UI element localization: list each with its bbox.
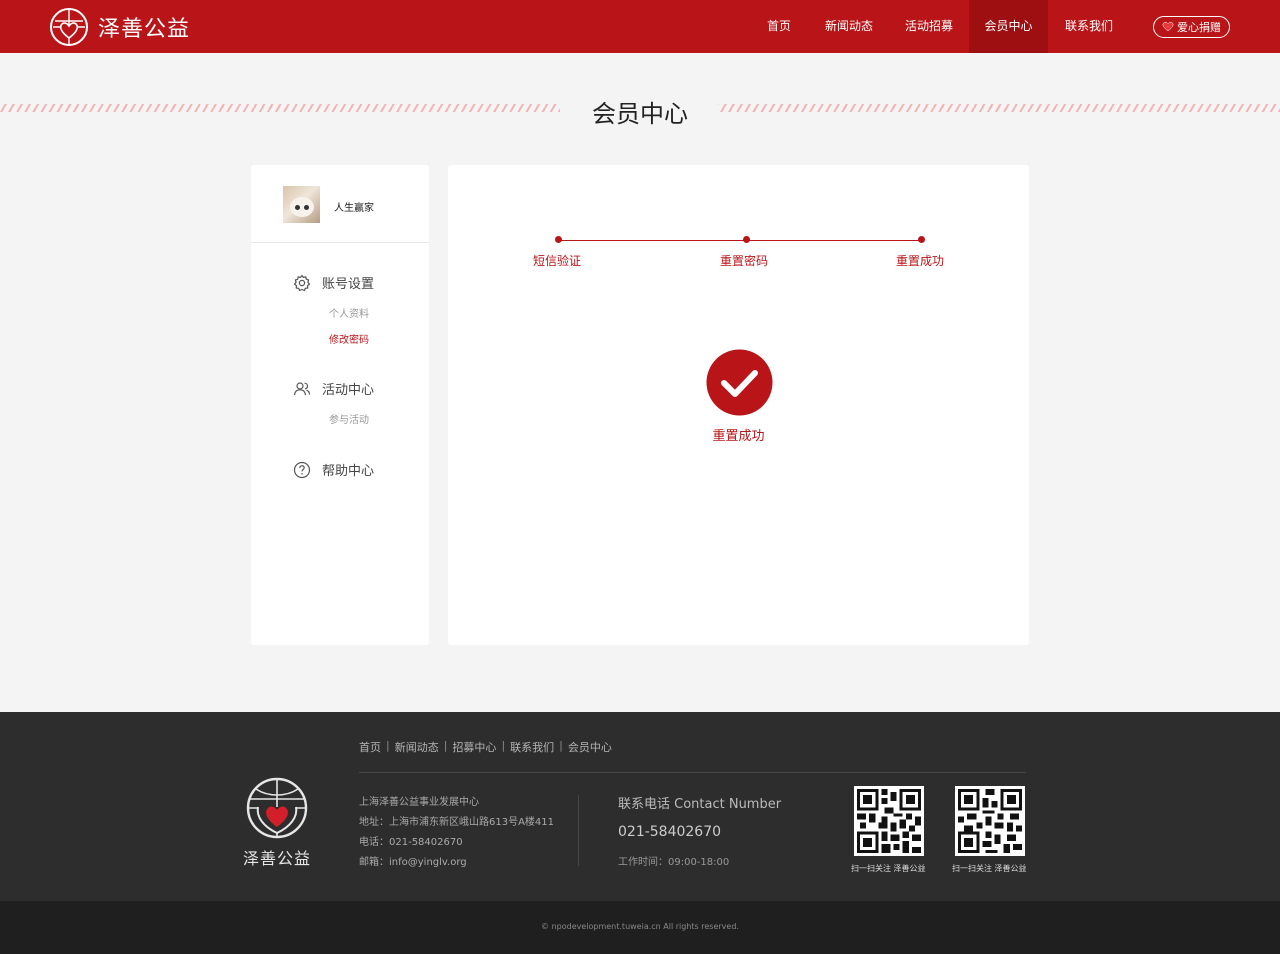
donate-label: 爱心捐赠	[1177, 21, 1221, 34]
qr-code-icon	[857, 789, 921, 853]
qr-code-1	[854, 786, 924, 856]
footer-email[interactable]: 邮箱：info@yinglv.org	[359, 853, 554, 873]
footer-link-contact[interactable]: 联系我们	[510, 739, 554, 755]
user-profile: 人生赢家	[251, 165, 429, 243]
footer-org-name: 上海泽善公益事业发展中心	[359, 797, 479, 808]
people-icon	[293, 381, 311, 395]
footer-link-member-center[interactable]: 会员中心	[568, 739, 612, 755]
qr-label-2: 扫一扫关注 泽善公益	[952, 864, 1027, 873]
qr-code-icon	[958, 789, 1022, 853]
logo-text: 泽善公益	[98, 17, 191, 42]
reset-password-panel: 短信验证 重置密码 重置成功 重置成功	[448, 165, 1029, 645]
donate-button[interactable]: 爱心捐赠	[1153, 16, 1230, 38]
menu-activity-center[interactable]: 活动中心	[293, 379, 374, 398]
nav-item-home[interactable]: 首页	[749, 0, 809, 53]
nav-item-member-center[interactable]: 会员中心	[969, 0, 1048, 53]
menu-account-settings-label: 账号设置	[322, 277, 375, 292]
work-time: 工作时间：09:00-18:00	[618, 857, 730, 868]
logo-globe-heart-icon	[50, 8, 88, 46]
main-nav: 首页 新闻动态 活动招募 会员中心 联系我们	[749, 0, 1130, 53]
check-circle-icon	[706, 349, 773, 416]
step-dot-3	[918, 236, 925, 243]
site-footer: 首页 | 新闻动态 | 招募中心 | 联系我们 | 会员中心 泽善公益 上海泽善公益事业…	[0, 712, 1280, 901]
menu-activity-center-label: 活动中心	[322, 383, 375, 398]
footer-nav: 首页 | 新闻动态 | 招募中心 | 联系我们 | 会员中心	[359, 739, 612, 755]
sub-item-profile[interactable]: 个人资料	[329, 305, 369, 320]
contact-phone: 021-58402670	[618, 824, 722, 840]
avatar[interactable]	[283, 186, 320, 223]
footer-org-info: 上海泽善公益事业发展中心 地址：上海市浦东新区峨山路613号A楼411 电话：0…	[359, 793, 554, 873]
logo-globe-heart-icon	[246, 777, 308, 839]
nav-item-news[interactable]: 新闻动态	[809, 0, 889, 53]
step-label-sms-verify: 短信验证	[533, 254, 582, 268]
site-logo[interactable]: 泽善公益	[49, 7, 190, 47]
qr-code-2	[955, 786, 1025, 856]
footer-link-home[interactable]: 首页	[359, 739, 381, 755]
footer-phone: 电话：021-58402670	[359, 837, 463, 848]
menu-account-settings[interactable]: 账号设置	[293, 273, 374, 292]
sub-item-change-password[interactable]: 修改密码	[329, 331, 369, 346]
footer-divider	[359, 772, 1026, 773]
contact-title: 联系电话 Contact Number	[618, 797, 782, 812]
heart-icon	[1162, 20, 1174, 35]
footer-link-news[interactable]: 新闻动态	[395, 739, 439, 755]
step-label-reset-success: 重置成功	[896, 254, 945, 268]
success-message: 重置成功	[712, 429, 765, 444]
sub-item-joined-activities[interactable]: 参与活动	[329, 411, 369, 426]
username: 人生赢家	[334, 203, 374, 214]
help-icon	[293, 461, 311, 478]
footer-link-recruit[interactable]: 招募中心	[452, 739, 496, 755]
menu-help-center-label: 帮助中心	[322, 464, 375, 479]
footer-logo: 泽善公益	[240, 777, 314, 869]
footer-vertical-divider	[578, 795, 579, 866]
nav-item-contact[interactable]: 联系我们	[1048, 0, 1130, 53]
page-title: 会员中心	[592, 100, 688, 128]
nav-item-recruit[interactable]: 活动招募	[889, 0, 969, 53]
qr-label-1: 扫一扫关注 泽善公益	[851, 864, 926, 873]
step-dot-2	[743, 236, 750, 243]
copyright-bar: © npodevelopment.tuweia.cn All rights re…	[0, 901, 1280, 954]
menu-help-center[interactable]: 帮助中心	[293, 460, 374, 479]
member-sidebar: 人生赢家 账号设置 个人资料 修改密码 活动中心 参与活动 帮助中心	[251, 165, 429, 645]
footer-address: 地址：上海市浦东新区峨山路613号A楼411	[359, 817, 555, 828]
step-label-reset-password: 重置密码	[720, 254, 769, 268]
step-progress-line	[558, 240, 922, 241]
copyright-text: © npodevelopment.tuweia.cn All rights re…	[541, 922, 739, 931]
step-dot-1	[555, 236, 562, 243]
footer-logo-text: 泽善公益	[242, 849, 311, 868]
gear-icon	[293, 274, 311, 291]
site-header: 泽善公益 首页 新闻动态 活动招募 会员中心 联系我们 爱心捐赠	[0, 0, 1280, 53]
